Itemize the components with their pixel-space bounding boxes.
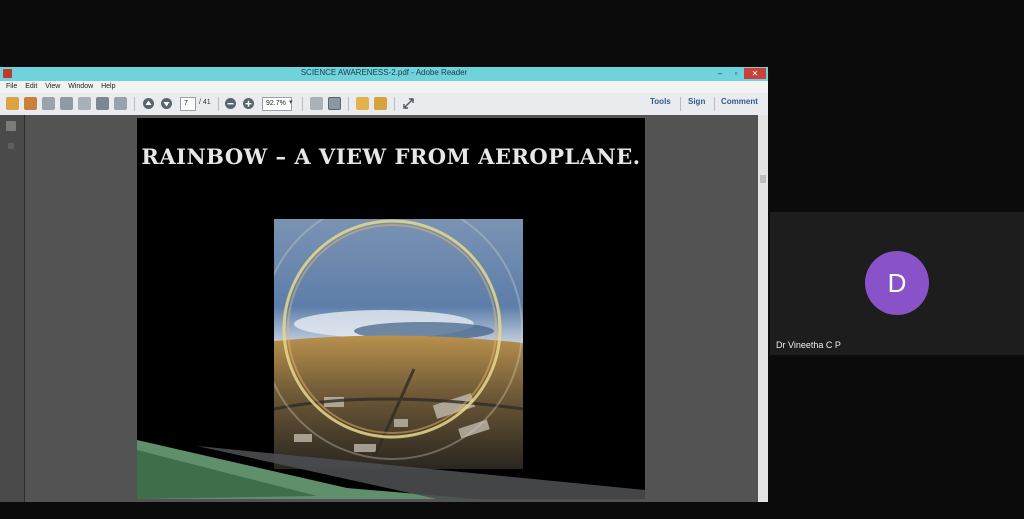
open-icon[interactable] [24, 97, 37, 110]
page-thumbnails-icon[interactable] [6, 121, 16, 131]
page-total: / 41 [199, 99, 211, 106]
menu-edit[interactable]: Edit [25, 81, 37, 93]
menu-bar: File Edit View Window Help [0, 81, 768, 93]
pdf-page-slide: RAINBOW – A VIEW FROM AEROPLANE. [137, 118, 645, 499]
sticky-note-icon[interactable] [356, 97, 369, 110]
scrollbar-thumb[interactable] [760, 175, 766, 183]
fit-width-icon[interactable] [328, 97, 341, 110]
navigation-pane [0, 115, 25, 502]
previous-page-icon[interactable] [142, 97, 155, 110]
zoom-level-field[interactable]: 92.7% [262, 97, 292, 111]
zoom-out-icon[interactable] [224, 97, 237, 110]
slide-title: RAINBOW – A VIEW FROM AEROPLANE. [141, 144, 641, 169]
zoom-dropdown-icon[interactable]: ▾ [289, 98, 293, 106]
participant-avatar: D [865, 251, 929, 315]
edit-icon[interactable] [42, 97, 55, 110]
close-button[interactable]: ✕ [744, 68, 766, 79]
save-icon[interactable] [78, 97, 91, 110]
minimize-button[interactable]: – [712, 68, 728, 79]
participant-tile[interactable]: D Dr Vineetha C P [770, 212, 1024, 355]
menu-view[interactable]: View [45, 81, 60, 93]
sign-link[interactable]: Sign [688, 97, 705, 106]
attachments-icon[interactable] [8, 143, 14, 149]
participant-name: Dr Vineetha C P [776, 340, 841, 350]
menu-help[interactable]: Help [101, 81, 115, 93]
tools-link[interactable]: Tools [650, 97, 671, 106]
zoom-in-icon[interactable] [242, 97, 255, 110]
window-title: SCIENCE AWARENESS-2.pdf - Adobe Reader [300, 68, 468, 77]
toolbar: 7 / 41 92.7% ▾ Tools Sign Comment [0, 93, 768, 116]
window-titlebar: SCIENCE AWARENESS-2.pdf - Adobe Reader –… [0, 67, 768, 81]
menu-file[interactable]: File [6, 81, 17, 93]
email-icon[interactable] [114, 97, 127, 110]
expand-icon[interactable] [402, 97, 415, 110]
maximize-button[interactable]: ▫ [728, 68, 744, 79]
comment-link[interactable]: Comment [721, 97, 758, 106]
print-icon[interactable] [96, 97, 109, 110]
highlight-icon[interactable] [374, 97, 387, 110]
next-page-icon[interactable] [160, 97, 173, 110]
menu-window[interactable]: Window [68, 81, 93, 93]
create-pdf-icon[interactable] [6, 97, 19, 110]
page-number-input[interactable]: 7 [180, 97, 196, 111]
vertical-scrollbar[interactable] [758, 115, 768, 502]
cloud-upload-icon[interactable] [60, 97, 73, 110]
slide-decorative-stripe [137, 440, 645, 499]
fit-page-icon[interactable] [310, 97, 323, 110]
